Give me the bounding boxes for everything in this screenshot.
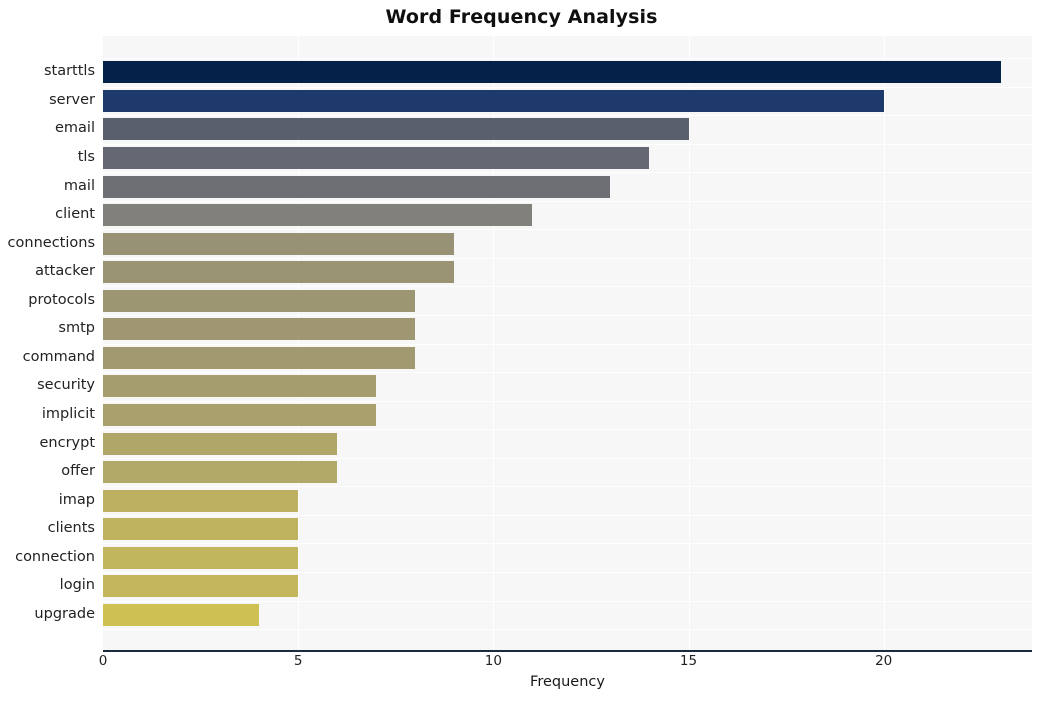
y-tick-label-connections: connections <box>7 234 95 251</box>
bar <box>103 146 650 169</box>
chart-title: Word Frequency Analysis <box>385 6 658 28</box>
y-gridline <box>103 286 1032 288</box>
word-frequency-chart-figure: Word Frequency Analysis starttls server em… <box>0 0 1043 701</box>
bar <box>103 489 299 512</box>
y-tick-label-encrypt: encrypt <box>39 434 95 451</box>
y-tick-label-starttls: starttls <box>43 63 95 80</box>
bar <box>103 461 338 484</box>
y-gridline <box>103 200 1032 202</box>
y-gridline <box>103 457 1032 459</box>
bar <box>103 318 416 341</box>
y-gridline <box>103 600 1032 602</box>
bar <box>103 118 689 141</box>
y-gridline <box>103 115 1032 117</box>
bar <box>103 346 416 369</box>
y-gridline <box>103 572 1032 574</box>
bar <box>103 232 455 255</box>
bar <box>103 204 533 227</box>
y-tick-label-server: server <box>49 91 95 108</box>
x-tick-label-0: 0 <box>98 653 108 669</box>
y-gridline <box>103 343 1032 345</box>
y-tick-label-tls: tls <box>77 148 95 165</box>
bar <box>103 518 299 541</box>
y-gridline <box>103 486 1032 488</box>
y-gridline <box>103 229 1032 231</box>
x-axis-title: Frequency <box>530 674 605 690</box>
bar <box>103 261 455 284</box>
y-tick-label-connection: connection <box>15 548 95 565</box>
y-gridline <box>103 257 1032 259</box>
y-tick-label-login: login <box>59 577 95 594</box>
y-tick-label-protocols: protocols <box>28 291 95 308</box>
bar <box>103 61 1001 84</box>
bar <box>103 603 260 626</box>
bar <box>103 575 299 598</box>
y-tick-label-implicit: implicit <box>41 405 95 422</box>
y-gridline <box>103 629 1032 631</box>
y-gridline <box>103 143 1032 145</box>
y-gridline <box>103 400 1032 402</box>
y-tick-label-smtp: smtp <box>58 320 95 337</box>
y-gridline <box>103 315 1032 316</box>
y-gridline <box>103 172 1032 174</box>
y-gridline <box>103 372 1032 374</box>
y-tick-label-attacker: attacker <box>35 263 95 280</box>
y-tick-label-clients: clients <box>47 520 95 537</box>
bar <box>103 546 299 569</box>
y-gridline <box>103 429 1032 431</box>
y-tick-label-client: client <box>55 206 95 223</box>
y-gridline <box>103 514 1032 516</box>
bar <box>103 375 377 398</box>
y-tick-label-mail: mail <box>63 177 95 194</box>
x-tick-label-5: 5 <box>293 653 303 669</box>
bar <box>103 175 611 198</box>
plot-area <box>103 36 1032 650</box>
y-tick-label-email: email <box>55 120 95 137</box>
bar <box>103 432 338 455</box>
x-axis-line <box>103 650 1032 652</box>
y-gridline <box>103 543 1032 545</box>
x-tick-label-20: 20 <box>875 653 893 669</box>
x-tick-label-10: 10 <box>484 653 502 669</box>
y-tick-label-offer: offer <box>61 463 95 480</box>
bar <box>103 403 377 426</box>
y-gridline <box>103 86 1032 88</box>
y-tick-label-security: security <box>37 377 95 394</box>
y-tick-label-upgrade: upgrade <box>34 605 95 622</box>
y-tick-label-command: command <box>22 348 95 365</box>
bar <box>103 289 416 312</box>
x-tick-label-15: 15 <box>679 653 698 669</box>
bar <box>103 89 884 112</box>
y-gridline <box>103 57 1032 59</box>
y-tick-label-imap: imap <box>58 491 95 508</box>
